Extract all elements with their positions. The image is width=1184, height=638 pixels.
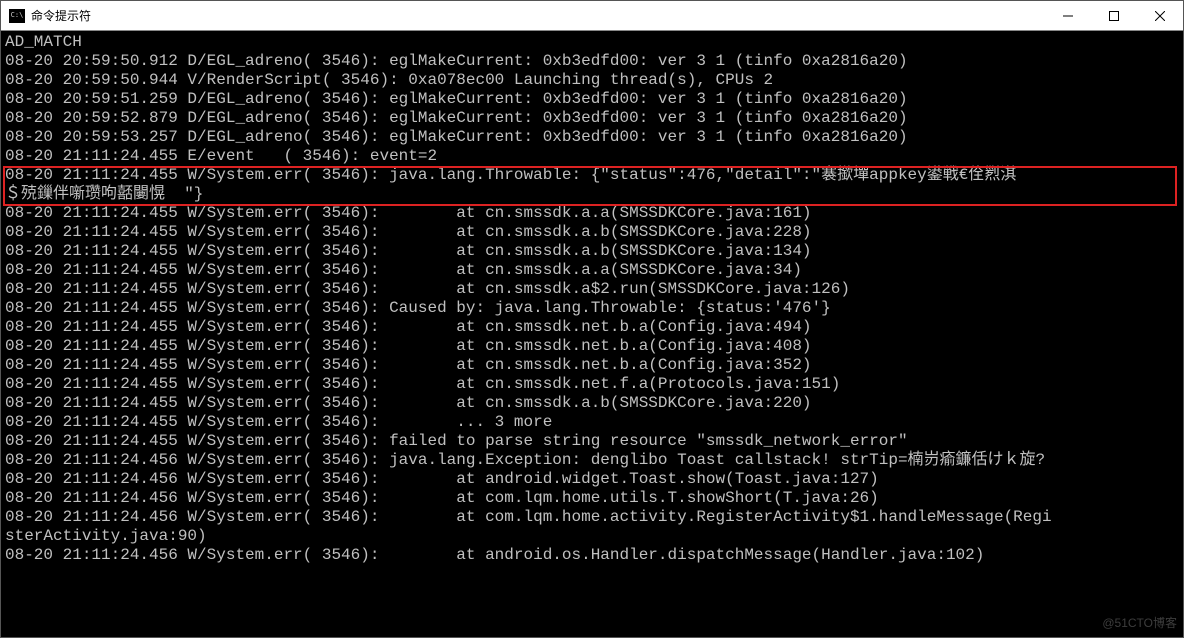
- close-button[interactable]: [1137, 1, 1183, 31]
- titlebar[interactable]: 命令提示符: [1, 1, 1183, 31]
- window-title: 命令提示符: [31, 7, 91, 24]
- minimize-button[interactable]: [1045, 1, 1091, 31]
- terminal-line: 08-20 21:11:24.455 W/System.err( 3546): …: [5, 375, 1179, 394]
- terminal-line: 08-20 21:11:24.455 W/System.err( 3546): …: [5, 261, 1179, 280]
- terminal-line: 08-20 21:11:24.456 W/System.err( 3546): …: [5, 470, 1179, 489]
- terminal-line: 08-20 21:11:24.455 W/System.err( 3546): …: [5, 432, 1179, 451]
- terminal-line: 08-20 20:59:52.879 D/EGL_adreno( 3546): …: [5, 109, 1179, 128]
- terminal-line: sterActivity.java:90): [5, 527, 1179, 546]
- terminal-line: 08-20 21:11:24.456 W/System.err( 3546): …: [5, 546, 1179, 565]
- terminal-line: ＄殑鏁伴噺瓒呴嚭闄愰 "}: [5, 185, 1179, 204]
- terminal-line: 08-20 21:11:24.455 W/System.err( 3546): …: [5, 242, 1179, 261]
- maximize-button[interactable]: [1091, 1, 1137, 31]
- terminal-line: 08-20 21:11:24.455 W/System.err( 3546): …: [5, 413, 1179, 432]
- terminal-line: 08-20 20:59:50.944 V/RenderScript( 3546)…: [5, 71, 1179, 90]
- terminal-line: 08-20 21:11:24.455 W/System.err( 3546): …: [5, 356, 1179, 375]
- terminal-line: 08-20 21:11:24.456 W/System.err( 3546): …: [5, 489, 1179, 508]
- terminal-line: 08-20 21:11:24.455 W/System.err( 3546): …: [5, 299, 1179, 318]
- watermark: @51CTO博客: [1102, 614, 1177, 633]
- cmd-icon: [9, 9, 25, 23]
- terminal-output[interactable]: AD_MATCH08-20 20:59:50.912 D/EGL_adreno(…: [1, 31, 1183, 637]
- terminal-line: 08-20 21:11:24.456 W/System.err( 3546): …: [5, 451, 1179, 470]
- terminal-line: AD_MATCH: [5, 33, 1179, 52]
- terminal-line: 08-20 21:11:24.455 W/System.err( 3546): …: [5, 166, 1179, 185]
- terminal-line: 08-20 20:59:50.912 D/EGL_adreno( 3546): …: [5, 52, 1179, 71]
- terminal-line: 08-20 21:11:24.456 W/System.err( 3546): …: [5, 508, 1179, 527]
- terminal-line: 08-20 21:11:24.455 W/System.err( 3546): …: [5, 204, 1179, 223]
- terminal-line: 08-20 21:11:24.455 W/System.err( 3546): …: [5, 223, 1179, 242]
- terminal-line: 08-20 21:11:24.455 W/System.err( 3546): …: [5, 280, 1179, 299]
- terminal-line: 08-20 20:59:53.257 D/EGL_adreno( 3546): …: [5, 128, 1179, 147]
- terminal-line: 08-20 21:11:24.455 E/event ( 3546): even…: [5, 147, 1179, 166]
- terminal-line: 08-20 20:59:51.259 D/EGL_adreno( 3546): …: [5, 90, 1179, 109]
- terminal-line: 08-20 21:11:24.455 W/System.err( 3546): …: [5, 318, 1179, 337]
- terminal-line: 08-20 21:11:24.455 W/System.err( 3546): …: [5, 337, 1179, 356]
- command-prompt-window: 命令提示符 AD_MATCH08-20 20:59:50.912 D/EGL_a…: [0, 0, 1184, 638]
- terminal-line: 08-20 21:11:24.455 W/System.err( 3546): …: [5, 394, 1179, 413]
